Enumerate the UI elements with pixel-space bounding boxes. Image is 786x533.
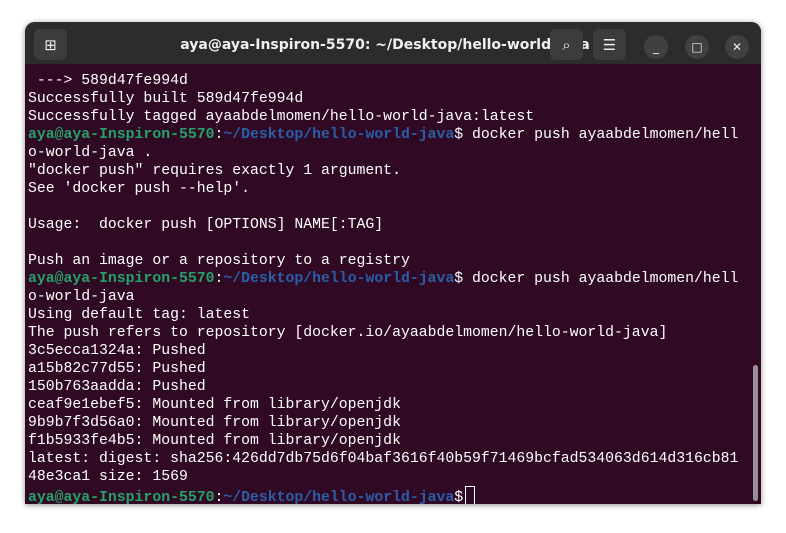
- output-line: a15b82c77d55: Pushed: [28, 361, 206, 377]
- output-line: Successfully tagged ayaabdelmomen/hello-…: [28, 109, 535, 125]
- title-bar: ⊞ aya@aya-Inspiron-5570: ~/Desktop/hello…: [25, 22, 761, 64]
- prompt-path: ~/Desktop/hello-world-java: [223, 490, 455, 504]
- prompt-path: ~/Desktop/hello-world-java: [223, 271, 455, 287]
- output-line: latest: digest: sha256:426dd7db75d6f04ba…: [28, 451, 739, 467]
- output-line: 9b9b7f3d56a0: Mounted from library/openj…: [28, 415, 401, 431]
- output-line: 150b763aadda: Pushed: [28, 379, 206, 395]
- hamburger-menu-icon: ☰: [602, 35, 617, 54]
- search-icon: ⌕: [562, 35, 571, 54]
- minimize-icon: _: [653, 40, 659, 54]
- output-line: 3c5ecca1324a: Pushed: [28, 343, 206, 359]
- output-line: The push refers to repository [docker.io…: [28, 325, 668, 341]
- output-line: o-world-java .: [28, 145, 153, 161]
- output-line: ---> 589d47fe994d: [28, 73, 188, 89]
- output-line: See 'docker push --help'.: [28, 181, 250, 197]
- prompt-line: aya@aya-Inspiron-5570:~/Desktop/hello-wo…: [28, 126, 749, 144]
- output-line: f1b5933fe4b5: Mounted from library/openj…: [28, 433, 401, 449]
- output-line: 48e3ca1 size: 1569: [28, 469, 188, 485]
- output-line: Push an image or a repository to a regis…: [28, 253, 410, 269]
- prompt-symbol: $: [454, 490, 464, 504]
- new-tab-icon: ⊞: [44, 35, 57, 54]
- prompt-path: ~/Desktop/hello-world-java: [223, 127, 455, 143]
- output-line: "docker push" requires exactly 1 argumen…: [28, 163, 401, 179]
- output-line: Successfully built 589d47fe994d: [28, 91, 304, 107]
- close-icon: ✕: [731, 40, 743, 54]
- prompt-user: aya@aya-Inspiron-5570: [28, 271, 215, 287]
- output-line: o-world-java: [28, 289, 135, 305]
- terminal-window: ⊞ aya@aya-Inspiron-5570: ~/Desktop/hello…: [25, 22, 761, 504]
- output-line: Usage: docker push [OPTIONS] NAME[:TAG]: [28, 217, 384, 233]
- command-text: docker push ayaabdelmomen/hell: [463, 127, 739, 143]
- prompt-user: aya@aya-Inspiron-5570: [28, 127, 215, 143]
- maximize-button[interactable]: □: [685, 35, 709, 59]
- prompt-line: aya@aya-Inspiron-5570:~/Desktop/hello-wo…: [28, 270, 749, 288]
- close-button[interactable]: ✕: [725, 35, 749, 59]
- output-line: Using default tag: latest: [28, 307, 250, 323]
- prompt-symbol: $: [454, 127, 464, 143]
- output-line: ceaf9e1ebef5: Mounted from library/openj…: [28, 397, 401, 413]
- text-cursor: [465, 486, 476, 504]
- prompt-symbol: $: [454, 271, 464, 287]
- terminal-output[interactable]: ---> 589d47fe994d Successfully built 589d…: [28, 72, 749, 504]
- prompt-user: aya@aya-Inspiron-5570: [28, 490, 215, 504]
- command-text: docker push ayaabdelmomen/hell: [463, 271, 739, 287]
- maximize-icon: □: [691, 40, 703, 54]
- new-tab-button[interactable]: ⊞: [34, 29, 67, 60]
- minimize-button[interactable]: _: [644, 35, 668, 59]
- prompt-line: aya@aya-Inspiron-5570:~/Desktop/hello-wo…: [28, 486, 749, 504]
- scrollbar[interactable]: [753, 365, 758, 501]
- search-button[interactable]: ⌕: [550, 29, 583, 60]
- menu-button[interactable]: ☰: [593, 29, 626, 60]
